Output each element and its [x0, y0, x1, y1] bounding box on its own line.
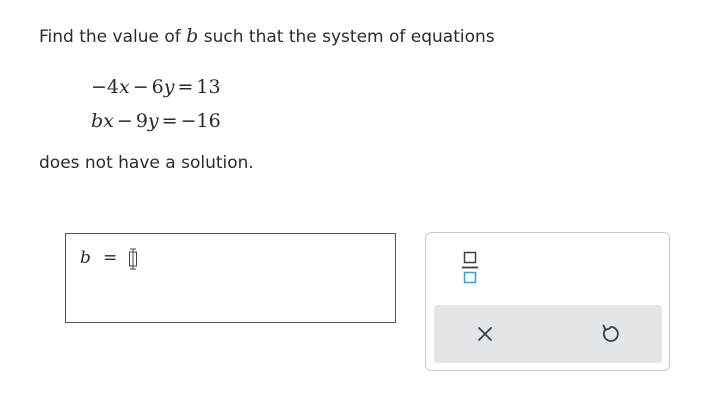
eq1-constant: 13	[196, 76, 221, 98]
eq1-minus: −	[132, 76, 149, 98]
text-cursor-icon	[129, 248, 137, 270]
prompt-variable: b	[186, 25, 199, 47]
clear-button[interactable]	[470, 319, 500, 349]
eq2-constant: 16	[196, 110, 221, 132]
fraction-button[interactable]	[457, 247, 485, 287]
answer-input[interactable]	[126, 248, 140, 270]
equation-1: −4x −6y = 13	[91, 70, 221, 104]
answer-box[interactable]: b =	[65, 233, 396, 323]
eq1-var-x: x	[119, 76, 130, 98]
eq1-coef-x: −4	[91, 76, 120, 98]
prompt-text-after: such that the system of equations	[198, 27, 495, 47]
eq1-var-y: y	[163, 76, 175, 98]
eq2-sign: −	[180, 110, 197, 132]
equation-system: −4x −6y = 13 bx −9y = −16	[91, 70, 221, 138]
eq2-var-x: x	[103, 110, 114, 132]
eq2-var-y: y	[147, 110, 159, 132]
math-toolbox	[425, 232, 670, 371]
eq1-coef-y: 6	[151, 76, 164, 98]
eq2-coef-y: 9	[135, 110, 148, 132]
eq1-equals: =	[177, 76, 194, 98]
question-prompt: Find the value of b such that the system…	[39, 25, 495, 48]
eq2-coef-b: b	[91, 110, 104, 132]
close-icon	[478, 327, 492, 341]
undo-icon	[602, 324, 619, 342]
equation-2: bx −9y = −16	[91, 104, 221, 138]
fraction-icon	[462, 251, 478, 284]
eq2-minus: −	[116, 110, 133, 132]
action-toolbar	[434, 305, 662, 363]
prompt-text-before: Find the value of	[39, 27, 187, 47]
answer-variable: b	[80, 248, 91, 268]
undo-button[interactable]	[595, 319, 625, 349]
answer-equals: =	[103, 248, 118, 268]
eq2-equals: =	[161, 110, 178, 132]
question-conclusion: does not have a solution.	[39, 153, 254, 173]
